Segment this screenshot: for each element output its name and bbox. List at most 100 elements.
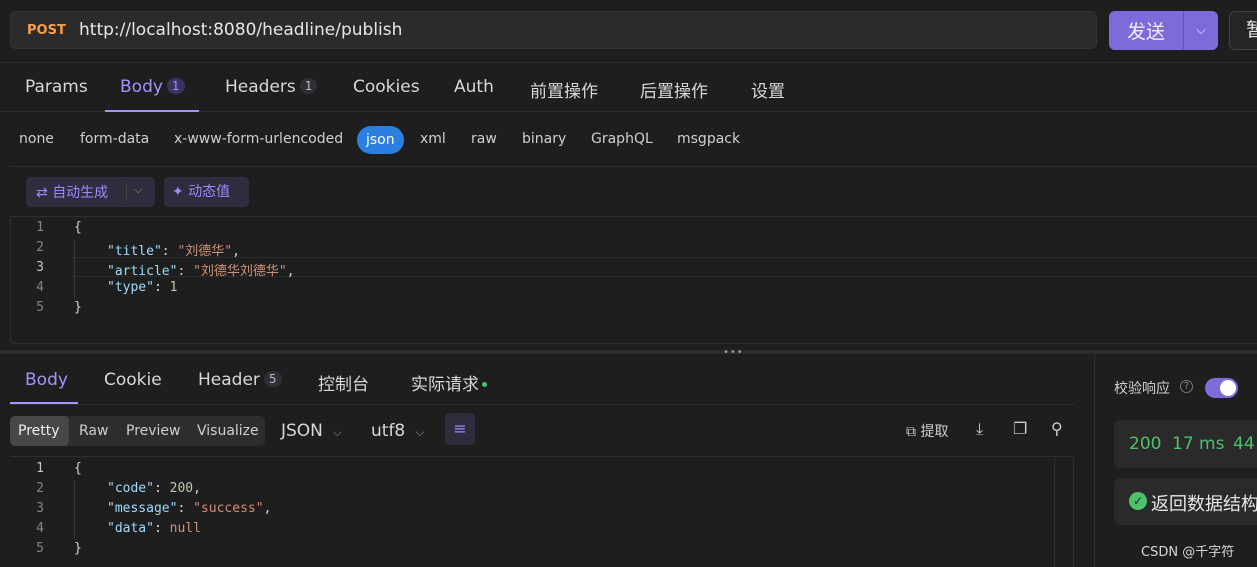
validate-response-label: 校验响应 xyxy=(1114,381,1170,397)
tab-label: 实际请求 xyxy=(411,375,479,395)
toggle-knob xyxy=(1220,380,1236,396)
extract-label: 提取 xyxy=(920,424,949,440)
tab-headers[interactable]: Headers 1 xyxy=(225,77,318,97)
extract-icon: ⧉ xyxy=(906,424,916,440)
tab-cookies[interactable]: Cookies xyxy=(353,77,420,97)
word-wrap-icon[interactable]: ≡ xyxy=(445,413,475,445)
auto-generate-text: 自动生成 xyxy=(52,185,109,201)
body-type-none[interactable]: none xyxy=(19,131,54,147)
search-icon[interactable]: ⚲ xyxy=(1051,419,1063,438)
auto-generate-label: ⇄ 自动生成 xyxy=(36,182,108,202)
view-mode-preview[interactable]: Preview xyxy=(118,416,189,446)
code-line: "message": "success", xyxy=(107,501,272,516)
url-bar[interactable]: POST http://localhost:8080/headline/publ… xyxy=(10,11,1097,49)
view-mode-raw[interactable]: Raw xyxy=(71,416,116,446)
response-tab-actual-request[interactable]: 实际请求 xyxy=(411,370,487,395)
validate-response-toggle[interactable] xyxy=(1205,378,1238,398)
json-string: "success" xyxy=(193,501,264,516)
tab-badge: 1 xyxy=(166,78,185,94)
chevron-down-icon[interactable]: ⌵ xyxy=(134,183,142,197)
body-type-raw[interactable]: raw xyxy=(471,131,497,147)
check-circle-icon: ✓ xyxy=(1129,492,1147,510)
scrollbar[interactable] xyxy=(1054,458,1072,567)
response-structure-check[interactable]: ✓ 返回数据结构 xyxy=(1114,478,1257,525)
send-options-chevron-icon[interactable]: ⌵ xyxy=(1184,23,1218,38)
copy-icon[interactable]: ❐ xyxy=(1013,419,1027,438)
body-type-urlencoded[interactable]: x-www-form-urlencoded xyxy=(174,131,343,147)
line-number: 1 xyxy=(36,220,44,235)
save-button[interactable]: 暂 xyxy=(1229,11,1257,50)
json-key: "title" xyxy=(107,244,162,259)
code-brace: { xyxy=(74,220,82,235)
body-type-graphql[interactable]: GraphQL xyxy=(591,131,653,147)
response-tab-body[interactable]: Body xyxy=(25,370,68,390)
active-tab-indicator xyxy=(105,110,199,112)
help-icon[interactable]: ? xyxy=(1180,380,1193,393)
body-type-form-data[interactable]: form-data xyxy=(80,131,149,147)
panel-splitter[interactable] xyxy=(0,350,1257,354)
encoding-value: utf8 xyxy=(371,421,406,441)
line-number: 2 xyxy=(36,481,44,496)
response-view-mode: Pretty Raw Preview Visualize xyxy=(10,416,265,446)
download-icon[interactable]: ⤓ xyxy=(976,419,983,439)
status-dot xyxy=(482,382,487,387)
format-select[interactable]: JSON ⌵ xyxy=(281,421,342,441)
response-tab-cookie[interactable]: Cookie xyxy=(104,370,162,390)
line-number: 4 xyxy=(36,521,44,536)
tab-label: Cookie xyxy=(104,370,162,390)
tab-auth[interactable]: Auth xyxy=(454,77,494,97)
dynamic-value-button[interactable]: ✦ 动态值 xyxy=(164,177,249,207)
response-tab-console[interactable]: 控制台 xyxy=(318,370,369,395)
drag-handle-icon[interactable]: ••• xyxy=(723,347,744,358)
code-brace: { xyxy=(74,461,82,476)
tab-badge: 1 xyxy=(299,78,318,94)
request-body-editor[interactable] xyxy=(10,216,1257,344)
body-type-json[interactable]: json xyxy=(357,126,404,154)
code-brace: } xyxy=(74,300,82,315)
tab-label: 设置 xyxy=(751,82,785,102)
json-key: "type" xyxy=(107,280,154,295)
body-type-binary[interactable]: binary xyxy=(522,131,566,147)
tab-settings[interactable]: 设置 xyxy=(751,77,785,102)
code-line: "type": 1 xyxy=(107,280,178,295)
method-select[interactable]: POST xyxy=(27,23,77,38)
tab-post-processors[interactable]: 后置操作 xyxy=(640,77,708,102)
chevron-down-icon: ⌵ xyxy=(415,425,425,439)
view-mode-pretty[interactable]: Pretty xyxy=(10,416,69,446)
json-string: "刘德华刘德华" xyxy=(193,264,287,279)
tab-label: 后置操作 xyxy=(640,82,708,102)
url-input[interactable]: http://localhost:8080/headline/publish xyxy=(79,20,402,40)
response-tab-header[interactable]: Header 5 xyxy=(198,370,282,390)
code-line: "title": "刘德华", xyxy=(107,244,240,259)
response-stats-card: 200 17 ms 44 xyxy=(1114,420,1257,468)
send-button[interactable]: 发送 ⌵ xyxy=(1109,11,1218,50)
encoding-select[interactable]: utf8 ⌵ xyxy=(371,421,424,441)
chevron-down-icon: ⌵ xyxy=(332,425,343,439)
tab-label: 控制台 xyxy=(318,375,369,395)
send-label[interactable]: 发送 xyxy=(1109,17,1183,44)
divider xyxy=(10,166,1257,167)
body-type-xml[interactable]: xml xyxy=(420,131,446,147)
json-key: "article" xyxy=(107,264,178,279)
view-mode-visualize[interactable]: Visualize xyxy=(189,416,267,446)
tab-pre-processors[interactable]: 前置操作 xyxy=(530,77,598,102)
tab-body[interactable]: Body 1 xyxy=(120,77,185,97)
json-key: "message" xyxy=(107,501,178,516)
line-number: 5 xyxy=(36,300,44,315)
body-type-msgpack[interactable]: msgpack xyxy=(677,131,740,147)
magic-wand-icon: ✦ xyxy=(172,184,184,200)
status-code: 200 xyxy=(1129,434,1162,454)
tab-badge: 5 xyxy=(263,371,282,387)
code-brace: } xyxy=(74,541,82,556)
tab-params[interactable]: Params xyxy=(25,77,88,97)
indent-guide xyxy=(74,240,75,298)
extract-button[interactable]: ⧉ 提取 xyxy=(906,421,948,441)
divider xyxy=(126,183,127,201)
swap-icon: ⇄ xyxy=(36,185,48,201)
watermark: CSDN @千字符 xyxy=(1141,545,1235,560)
auto-generate-button[interactable]: ⇄ 自动生成 ⌵ xyxy=(26,177,155,207)
tab-label: Headers xyxy=(225,77,296,97)
tab-label: Body xyxy=(120,77,163,97)
tab-label: 前置操作 xyxy=(530,82,598,102)
json-number: 200 xyxy=(169,481,194,496)
